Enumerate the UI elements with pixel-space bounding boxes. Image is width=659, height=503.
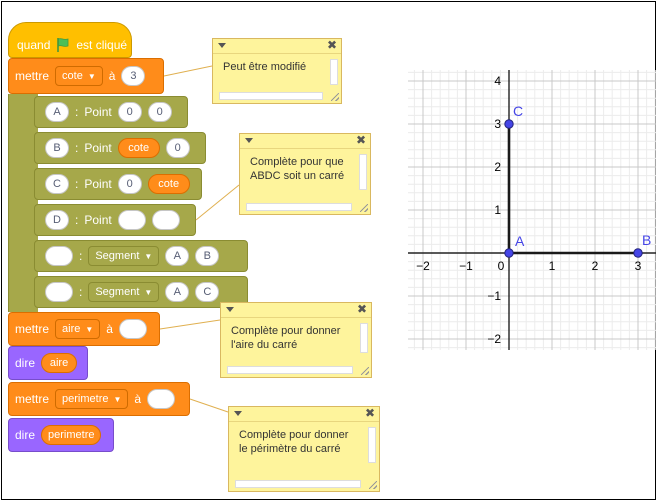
horizontal-scrollbar[interactable] [227,366,353,374]
vertical-scrollbar[interactable] [368,427,376,463]
point-c[interactable] [504,119,514,129]
resize-handle-icon[interactable] [360,204,368,212]
y-tick-label: 2 [494,160,501,174]
close-icon[interactable]: ✖ [365,406,375,420]
horizontal-scrollbar[interactable] [219,92,323,100]
point-b[interactable] [633,248,643,258]
x-tick-label: −1 [459,259,473,273]
x-tick-label: 0 [498,259,505,273]
y-tick-label: −2 [487,332,501,346]
vertical-scrollbar[interactable] [330,59,338,85]
point-a[interactable] [504,248,514,258]
comment-text-line-2: le périmètre du carré [239,443,341,455]
comment-text: Peut être modifié [223,61,307,73]
point-b-label: B [642,232,651,248]
comment-perimeter[interactable]: ✖ Complète pour donner le périmètre du ca… [228,406,380,492]
comment-text-line-1: Complète pour donner [239,429,349,441]
horizontal-scrollbar[interactable] [246,203,352,211]
collapse-icon[interactable] [234,411,242,416]
collapse-icon[interactable] [218,43,226,48]
vertical-scrollbar[interactable] [359,154,367,190]
y-tick-label: 4 [494,74,501,88]
coordinate-graph[interactable]: −2 −1 0 1 2 3 4 3 2 1 −1 −2 A B C [408,70,656,350]
comment-square[interactable]: ✖ Complète pour que ABDC soit un carré [239,133,371,215]
point-a-label: A [515,233,525,249]
y-tick-label: −1 [487,289,501,303]
comment-text-line-1: Complète pour que [250,156,344,168]
comment-text-line-2: l'aire du carré [231,339,298,351]
close-icon[interactable]: ✖ [327,38,337,52]
resize-handle-icon[interactable] [369,481,377,489]
point-c-label: C [513,103,523,119]
comment-text-line-1: Complète pour donner [231,325,341,337]
x-tick-label: 2 [592,259,599,273]
vertical-scrollbar[interactable] [360,323,368,353]
resize-handle-icon[interactable] [361,367,369,375]
x-tick-label: −2 [416,259,430,273]
comment-text-line-2: ABDC soit un carré [250,170,345,182]
x-tick-label: 1 [549,259,556,273]
y-tick-label: 3 [494,117,501,131]
resize-handle-icon[interactable] [331,93,339,101]
collapse-icon[interactable] [226,307,234,312]
x-tick-label: 3 [635,259,642,273]
horizontal-scrollbar[interactable] [235,480,361,488]
close-icon[interactable]: ✖ [357,302,367,316]
collapse-icon[interactable] [245,138,253,143]
comment-area[interactable]: ✖ Complète pour donner l'aire du carré [220,302,372,378]
y-tick-label: 1 [494,203,501,217]
comment-modifiable[interactable]: ✖ Peut être modifié [212,38,342,104]
close-icon[interactable]: ✖ [356,133,366,147]
